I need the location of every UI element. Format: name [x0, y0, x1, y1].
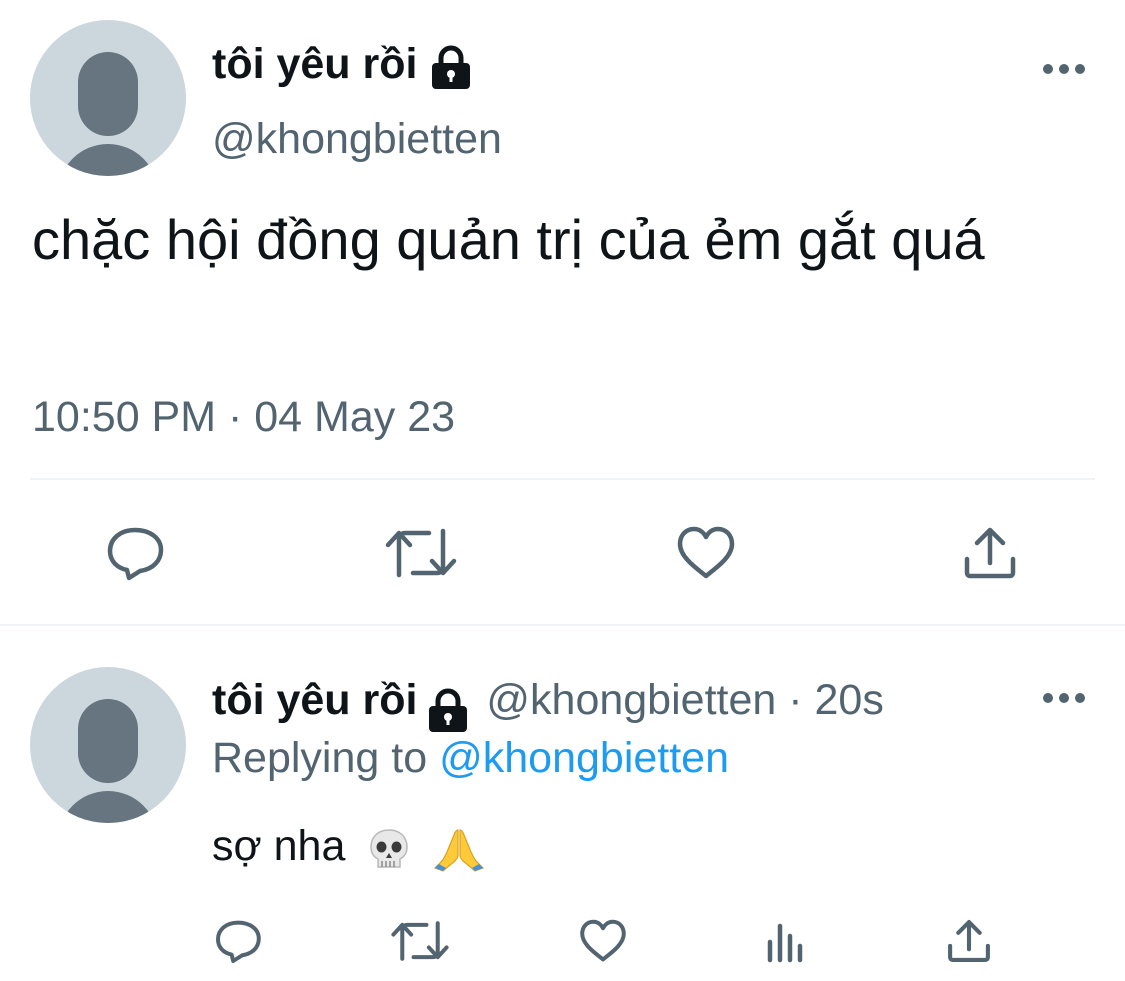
like-icon[interactable]: [579, 918, 627, 964]
lock-icon: [432, 45, 471, 89]
handle[interactable]: @khongbietten: [212, 115, 502, 164]
handle[interactable]: @khongbietten: [486, 676, 776, 724]
time-separator: ·: [776, 676, 815, 724]
avatar-body-shape: [58, 791, 158, 823]
skull-emoji: [370, 828, 409, 868]
like-icon[interactable]: [676, 525, 736, 581]
reply-text-content: sợ nha: [212, 822, 346, 870]
replying-to-label: Replying to: [212, 734, 428, 782]
share-icon[interactable]: [946, 918, 992, 964]
tweet-text: chặc hội đồng quản trị của ẻm gắt quá: [32, 208, 985, 271]
share-icon[interactable]: [962, 525, 1018, 581]
avatar-head-shape: [78, 52, 138, 136]
more-horizontal-icon[interactable]: [1042, 63, 1086, 75]
more-horizontal-icon[interactable]: [1042, 692, 1086, 704]
avatar[interactable]: [30, 20, 186, 176]
display-name-text: tôi yêu rồi: [212, 40, 418, 88]
avatar[interactable]: [30, 667, 186, 823]
display-name[interactable]: tôi yêu rồi: [212, 676, 417, 724]
retweet-icon[interactable]: [385, 525, 457, 581]
reply-icon[interactable]: [214, 918, 262, 964]
divider: [30, 478, 1095, 480]
folded-hands-emoji: [434, 829, 485, 872]
analytics-icon[interactable]: [764, 920, 808, 964]
retweet-icon[interactable]: [391, 918, 449, 964]
avatar-head-shape: [78, 699, 138, 783]
display-name[interactable]: tôi yêu rồi: [212, 40, 473, 90]
replying-to-handle[interactable]: @khongbietten: [439, 734, 729, 782]
reply-header: tôi yêu rồi @khongbietten · 20s: [212, 676, 884, 733]
tweet-timestamp[interactable]: 10:50 PM · 04 May 23: [32, 393, 455, 442]
reply-time[interactable]: 20s: [815, 676, 884, 724]
reply-icon[interactable]: [105, 525, 165, 581]
reply-text: sợ nha: [212, 822, 485, 872]
lock-icon: [428, 688, 467, 732]
avatar-body-shape: [58, 144, 158, 176]
section-divider: [0, 624, 1125, 626]
replying-to: Replying to @khongbietten: [212, 734, 729, 783]
